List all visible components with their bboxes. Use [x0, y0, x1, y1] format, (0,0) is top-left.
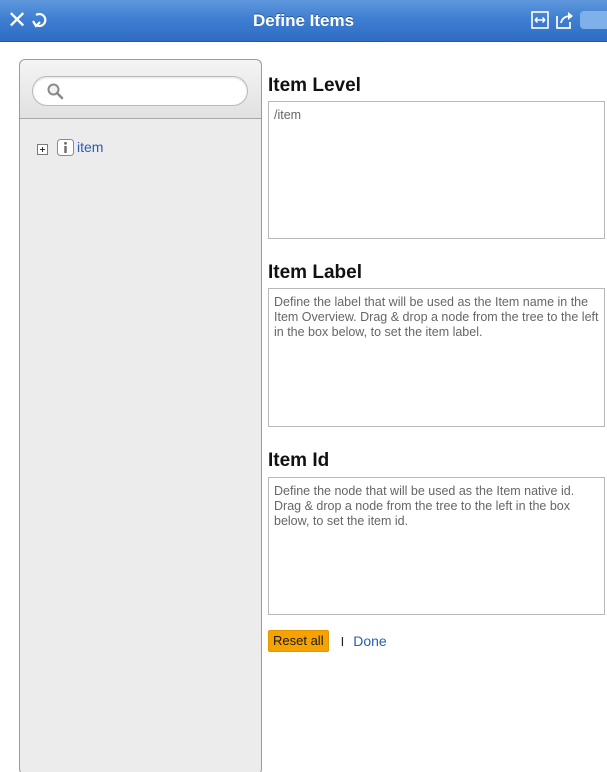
- search-icon: [46, 82, 64, 100]
- window-title: Define Items: [252, 11, 355, 30]
- plus-box-icon[interactable]: [37, 142, 48, 155]
- action-separator: I: [340, 633, 345, 649]
- search-box[interactable]: [32, 76, 248, 106]
- form-actions: Reset all I Done: [268, 630, 387, 652]
- item-level-heading: Item Level: [268, 75, 361, 96]
- item-label-box[interactable]: Define the label that will be used as th…: [268, 288, 605, 427]
- search-input[interactable]: [69, 80, 239, 102]
- tree-item-label[interactable]: item: [77, 139, 103, 155]
- item-level-box[interactable]: /item: [268, 101, 605, 239]
- info-icon: [57, 138, 74, 156]
- fit-width-icon[interactable]: [531, 11, 549, 29]
- item-label-heading: Item Label: [268, 262, 362, 283]
- title-bar: ✕ Define Items: [0, 0, 607, 42]
- item-id-heading: Item Id: [268, 450, 330, 471]
- tree-search-bar: [20, 60, 261, 119]
- toolbar-button-stub[interactable]: [580, 11, 607, 29]
- reset-all-button[interactable]: Reset all: [268, 630, 329, 652]
- share-icon[interactable]: [555, 10, 575, 30]
- item-id-box[interactable]: Define the node that will be used as the…: [268, 477, 605, 615]
- tree-panel: item: [19, 59, 262, 772]
- tree-item-item[interactable]: item: [37, 137, 103, 157]
- done-link[interactable]: Done: [353, 633, 386, 649]
